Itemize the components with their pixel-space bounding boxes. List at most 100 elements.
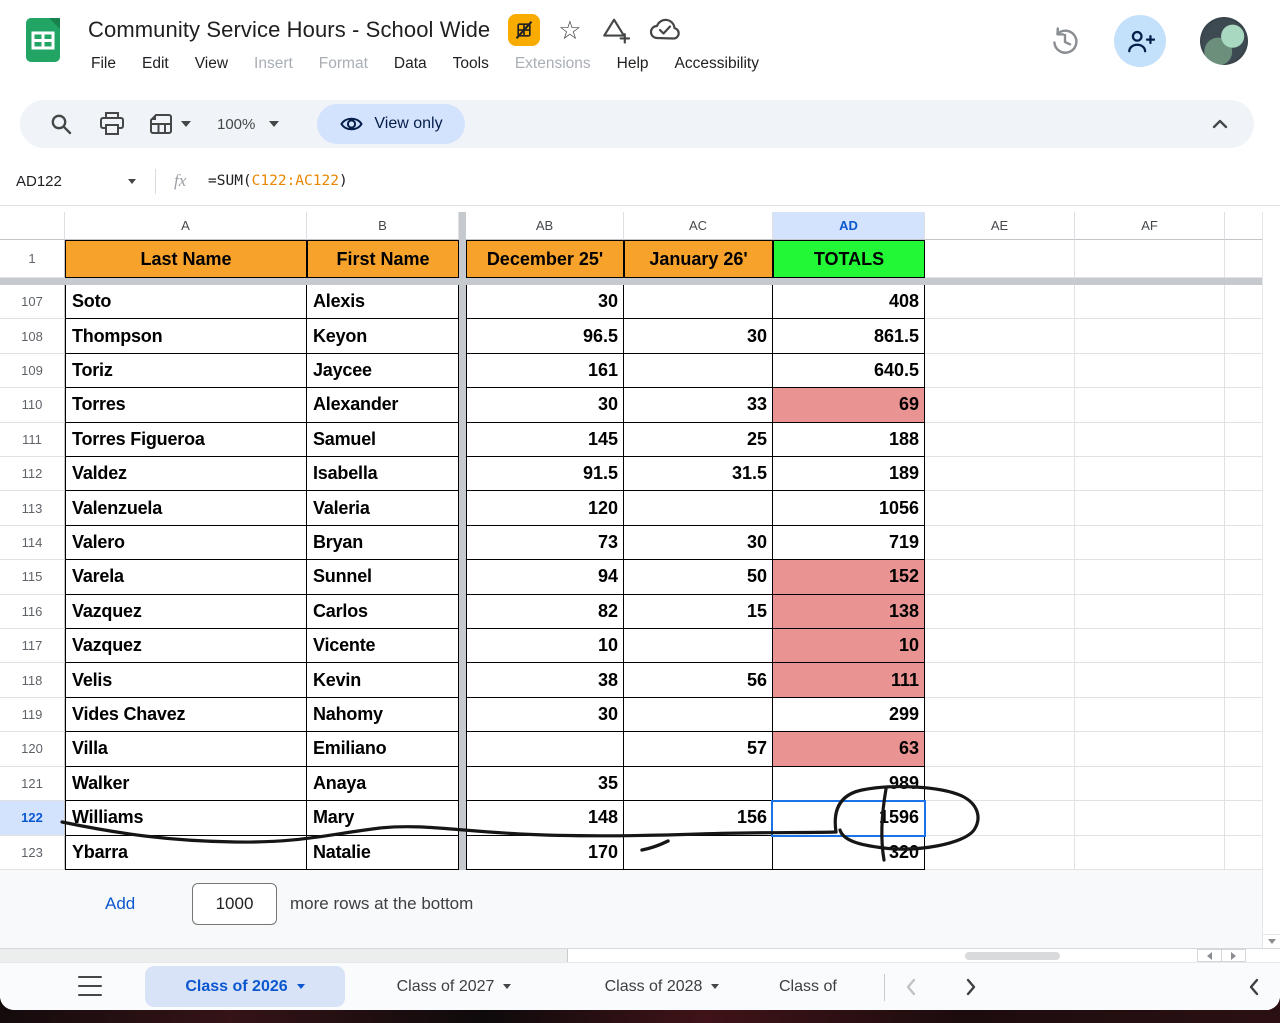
tab-class-of-truncated[interactable]: Class of [779,966,882,1007]
cell-january-hours[interactable]: 30 [624,319,773,353]
view-only-pill[interactable]: View only [317,104,464,144]
row-header[interactable]: 115 [0,560,65,594]
menu-format[interactable]: Format [306,55,381,73]
cell-first-name[interactable]: Kevin [307,663,459,697]
row-header[interactable]: 116 [0,595,65,629]
menu-file[interactable]: File [78,55,129,73]
cell-empty[interactable] [1075,698,1225,732]
tab-menu-caret[interactable] [711,984,719,989]
cell-total-hours[interactable]: 299 [773,698,925,732]
cell-total-hours[interactable]: 10 [773,629,925,663]
row-count-input[interactable]: 1000 [192,883,277,925]
cell-first-name[interactable]: Carlos [307,595,459,629]
cell-first-name[interactable]: Bryan [307,526,459,560]
cell-last-name[interactable]: Toriz [65,354,307,388]
account-avatar[interactable] [1200,17,1248,65]
cell-total-hours[interactable]: 640.5 [773,354,925,388]
print-icon[interactable] [98,104,126,144]
row-header[interactable]: 123 [0,836,65,870]
tab-class-of-2027[interactable]: Class of 2027 [358,966,550,1007]
cell-december-hours[interactable]: 30 [466,285,624,319]
cell-january-hours[interactable]: 33 [624,388,773,422]
name-box-caret[interactable] [128,179,136,184]
cell-december-hours[interactable]: 161 [466,354,624,388]
row-header[interactable]: 118 [0,663,65,697]
cell-empty[interactable] [1075,629,1225,663]
cell-first-name[interactable]: Emiliano [307,732,459,766]
menu-insert[interactable]: Insert [241,55,306,73]
row-header[interactable]: 121 [0,767,65,801]
cell-empty[interactable] [925,388,1075,422]
hide-menus-chevron-icon[interactable] [1208,112,1232,141]
cell-empty[interactable] [1075,457,1225,491]
add-to-drive-icon[interactable] [600,16,630,44]
cell-empty[interactable] [1075,732,1225,766]
cell-january-hours[interactable]: 30 [624,526,773,560]
cell-total-hours[interactable]: 63 [773,732,925,766]
cell-january-hours[interactable]: 50 [624,560,773,594]
document-status-icon[interactable] [648,17,682,43]
cell-empty[interactable] [1075,423,1225,457]
cell-last-name[interactable]: Soto [65,285,307,319]
version-history-icon[interactable] [1048,24,1082,58]
menu-extensions[interactable]: Extensions [502,55,604,73]
cell-last-name[interactable]: Valenzuela [65,491,307,525]
cell-december-hours[interactable]: 35 [466,767,624,801]
cell-last-name[interactable]: Vazquez [65,629,307,663]
cell-january-hours[interactable] [624,767,773,801]
sheets-logo-icon[interactable] [22,17,64,63]
row-header[interactable]: 117 [0,629,65,663]
scroll-right-button[interactable] [1221,949,1246,962]
tabs-scroll-left-icon[interactable] [900,975,924,1004]
cell-empty[interactable] [1075,285,1225,319]
menu-view[interactable]: View [182,55,241,73]
cell-last-name[interactable]: Vazquez [65,595,307,629]
cell-december-hours[interactable]: 38 [466,663,624,697]
row-header[interactable]: 110 [0,388,65,422]
share-button[interactable] [1114,15,1166,67]
cell-total-hours[interactable]: 69 [773,388,925,422]
cell-last-name[interactable]: Valero [65,526,307,560]
cell-january-hours[interactable] [624,836,773,870]
cell-january-hours[interactable]: 57 [624,732,773,766]
name-box[interactable]: AD122 [16,173,62,190]
row-header[interactable]: 107 [0,285,65,319]
cell-empty[interactable] [925,285,1075,319]
menu-tools[interactable]: Tools [440,55,502,73]
cell-december-hours[interactable]: 91.5 [466,457,624,491]
frozen-row-divider[interactable] [0,278,1262,285]
cell-total-hours[interactable]: 152 [773,560,925,594]
cell-december-hours[interactable]: 30 [466,388,624,422]
column-header-af[interactable]: AF [1075,212,1225,240]
tab-menu-caret[interactable] [297,984,305,989]
cell-last-name[interactable]: Williams [65,801,307,835]
cell-last-name[interactable]: Torres Figueroa [65,423,307,457]
cell-december-hours[interactable]: 73 [466,526,624,560]
menu-data[interactable]: Data [381,55,440,73]
formula-input[interactable]: =SUM(C122:AC122) [208,173,348,189]
column-header-ab[interactable]: AB [466,212,624,240]
header-first-name[interactable]: First Name [307,240,459,278]
cell-january-hours[interactable] [624,354,773,388]
cell-empty[interactable] [925,491,1075,525]
cell-last-name[interactable]: Walker [65,767,307,801]
scroll-down-button[interactable] [1263,934,1280,948]
cell-last-name[interactable]: Torres [65,388,307,422]
cell-total-hours[interactable]: 1056 [773,491,925,525]
cell-empty[interactable] [925,663,1075,697]
cell-last-name[interactable]: Varela [65,560,307,594]
cell-january-hours[interactable] [624,491,773,525]
cell-last-name[interactable]: Ybarra [65,836,307,870]
cell-empty[interactable] [1075,560,1225,594]
row-header[interactable]: 112 [0,457,65,491]
cell-empty[interactable] [1075,319,1225,353]
cell-empty[interactable] [1075,595,1225,629]
cell-empty[interactable] [1075,354,1225,388]
cell-empty[interactable] [1075,663,1225,697]
cell-empty[interactable] [925,732,1075,766]
cell-last-name[interactable]: Thompson [65,319,307,353]
cell-total-hours[interactable]: 138 [773,595,925,629]
cell-total-hours[interactable]: 188 [773,423,925,457]
cell-january-hours[interactable] [624,629,773,663]
column-header-b[interactable]: B [307,212,459,240]
